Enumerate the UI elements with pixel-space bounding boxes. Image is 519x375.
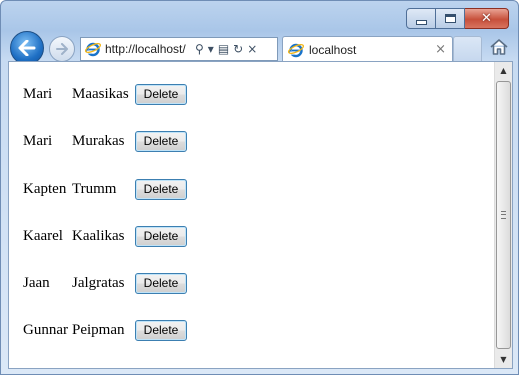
first-name: Gunnar	[23, 321, 68, 338]
page-content: Mari Maasikas Delete Mari Murakas Delete…	[8, 61, 513, 369]
person-row: Mari Murakas Delete	[23, 130, 187, 152]
first-name: Mari	[23, 132, 53, 149]
person-row: Kapten Trumm Delete	[23, 178, 187, 200]
back-button[interactable]	[10, 31, 44, 65]
address-bar[interactable]: http://localhost/ ⚲ ▾ ▤ ↻ ×	[80, 37, 278, 61]
last-name: Trumm	[72, 180, 117, 197]
home-icon[interactable]	[489, 38, 509, 56]
last-name: Jalgratas	[72, 274, 125, 291]
scroll-up-icon[interactable]: ▲	[495, 62, 512, 79]
tab-close-icon[interactable]: ×	[435, 42, 446, 57]
person-row: Jaan Jalgratas Delete	[23, 272, 187, 294]
new-tab-button[interactable]	[453, 36, 482, 62]
grip-icon	[501, 211, 506, 219]
forward-arrow-icon	[56, 43, 68, 55]
first-name: Kaarel	[23, 227, 63, 244]
compatibility-icon[interactable]: ▤	[218, 42, 229, 56]
window-caption-buttons: ✕	[406, 8, 509, 29]
search-icon[interactable]: ⚲	[195, 42, 204, 56]
delete-button[interactable]: Delete	[135, 272, 187, 294]
person-row: Mari Maasikas Delete	[23, 83, 187, 105]
tab-ie-logo-icon	[288, 43, 304, 57]
first-name: Kapten	[23, 180, 67, 197]
stop-icon[interactable]: ×	[247, 42, 257, 56]
close-icon: ✕	[481, 11, 492, 26]
first-name: Mari	[23, 85, 53, 102]
delete-button[interactable]: Delete	[135, 178, 187, 200]
scroll-thumb[interactable]	[496, 81, 511, 349]
delete-button[interactable]: Delete	[135, 319, 187, 341]
back-arrow-icon	[18, 40, 36, 56]
vertical-scrollbar[interactable]: ▲ ▼	[494, 62, 512, 368]
first-name: Jaan	[23, 274, 50, 291]
ie-logo-icon	[85, 42, 101, 57]
tab-localhost[interactable]: localhost ×	[282, 36, 453, 62]
person-row: Kaarel Kaalikas Delete	[23, 225, 187, 247]
minimize-button[interactable]	[406, 8, 436, 29]
minimize-icon	[415, 19, 427, 25]
maximize-icon	[444, 14, 456, 23]
delete-button[interactable]: Delete	[135, 130, 187, 152]
tab-title: localhost	[309, 42, 357, 57]
maximize-button[interactable]	[436, 8, 465, 29]
scroll-down-icon[interactable]: ▼	[495, 351, 512, 368]
last-name: Peipman	[72, 321, 125, 338]
forward-button[interactable]	[49, 36, 75, 62]
last-name: Maasikas	[72, 85, 129, 102]
address-dropdown-icon[interactable]: ▾	[208, 42, 214, 56]
delete-button[interactable]: Delete	[135, 225, 187, 247]
close-window-button[interactable]: ✕	[465, 8, 509, 29]
delete-button[interactable]: Delete	[135, 83, 187, 105]
refresh-icon[interactable]: ↻	[233, 42, 243, 56]
browser-window: ✕ http://localhost/ ⚲ ▾ ▤ ↻ × localhost …	[0, 0, 519, 375]
person-row: Gunnar Peipman Delete	[23, 319, 187, 341]
address-url[interactable]: http://localhost/	[105, 42, 191, 56]
address-tools: ⚲ ▾ ▤ ↻ ×	[195, 42, 261, 56]
last-name: Kaalikas	[72, 227, 125, 244]
last-name: Murakas	[72, 132, 125, 149]
